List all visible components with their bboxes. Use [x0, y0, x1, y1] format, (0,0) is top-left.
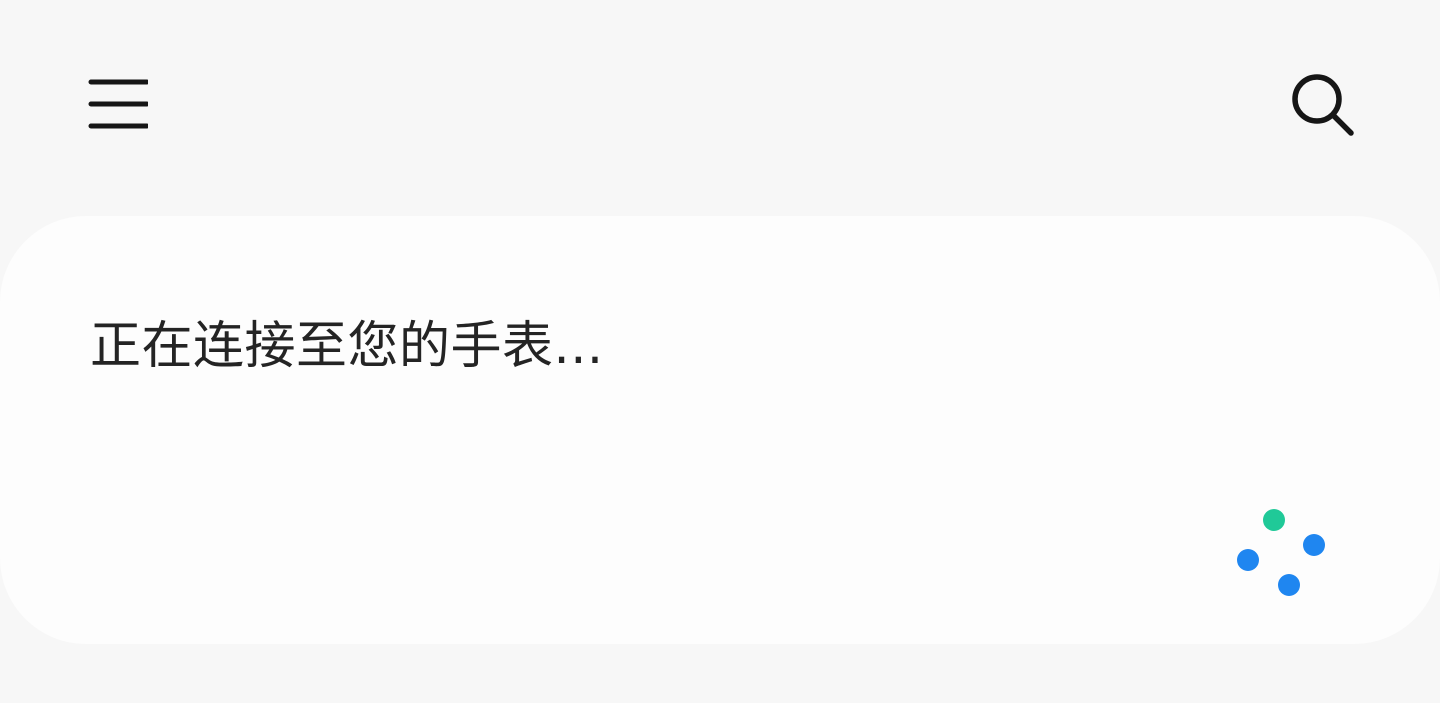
search-icon: [1292, 74, 1354, 136]
loading-dot-right: [1303, 534, 1325, 556]
loading-indicator: [1222, 498, 1342, 598]
loading-dot-top: [1263, 509, 1285, 531]
menu-icon: [88, 79, 148, 129]
connection-status-text: 正在连接至您的手表...: [90, 317, 604, 376]
connection-status-card: 正在连接至您的手表...: [0, 216, 1440, 644]
menu-button[interactable]: [72, 58, 164, 150]
search-button[interactable]: [1274, 56, 1372, 154]
top-app-bar: [0, 0, 1440, 210]
loading-dot-bottom: [1278, 574, 1300, 596]
loading-dot-left: [1237, 549, 1259, 571]
watch-connection-screen: 正在连接至您的手表...: [0, 0, 1440, 703]
